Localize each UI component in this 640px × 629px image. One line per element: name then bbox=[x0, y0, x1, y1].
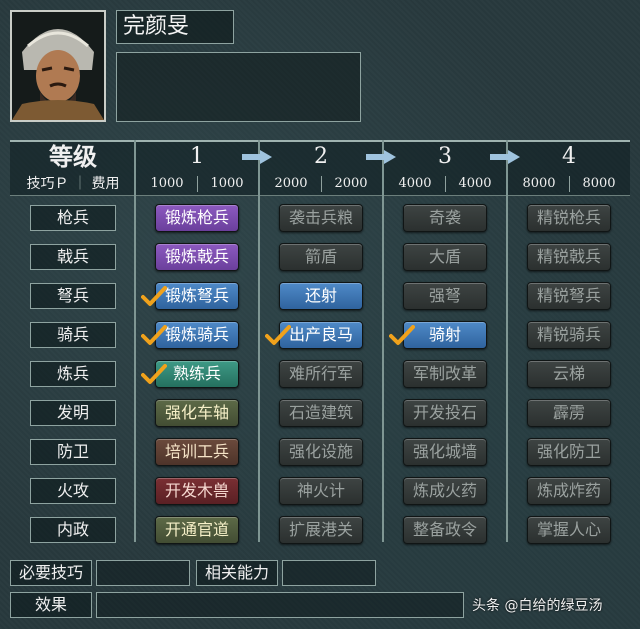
skill-button[interactable]: 培训工兵 bbox=[155, 438, 239, 466]
rank-subtitle: 技巧Ｐ ｜ 费用 bbox=[26, 176, 120, 192]
level-4-skill-cost: 8000 bbox=[522, 176, 556, 191]
effect-label: 效果 bbox=[10, 592, 92, 618]
level-2-gold-cost: 2000 bbox=[334, 176, 368, 191]
skill-button[interactable]: 开发投石 bbox=[403, 399, 487, 427]
description-panel bbox=[116, 52, 361, 122]
skill-button[interactable]: 精锐戟兵 bbox=[527, 243, 611, 271]
skill-button[interactable]: 开通官道 bbox=[155, 516, 239, 544]
learned-check-icon bbox=[141, 364, 167, 384]
level-arrow-icon bbox=[242, 150, 272, 164]
skill-button[interactable]: 锻炼枪兵 bbox=[155, 204, 239, 232]
skill-button[interactable]: 炼成炸药 bbox=[527, 477, 611, 505]
level-1-number: 1 bbox=[190, 144, 204, 169]
skill-button[interactable]: 强化城墙 bbox=[403, 438, 487, 466]
column-divider bbox=[134, 140, 136, 542]
skill-button[interactable]: 还射 bbox=[279, 282, 363, 310]
level-arrow-icon bbox=[366, 150, 396, 164]
required-skill-label: 必要技巧 bbox=[10, 560, 92, 586]
skill-button[interactable]: 军制改革 bbox=[403, 360, 487, 388]
cost-label: 费用 bbox=[91, 176, 120, 192]
skill-button[interactable]: 强弩 bbox=[403, 282, 487, 310]
row-label: 防卫 bbox=[30, 439, 116, 465]
skill-button[interactable]: 强化车轴 bbox=[155, 399, 239, 427]
watermark-text: 头条 @白给的绿豆汤 bbox=[472, 598, 603, 614]
level-2-number: 2 bbox=[314, 144, 328, 169]
required-skill-field bbox=[96, 560, 190, 586]
skill-button[interactable]: 出产良马 bbox=[279, 321, 363, 349]
skill-button[interactable]: 奇袭 bbox=[403, 204, 487, 232]
level-arrow-icon bbox=[490, 150, 520, 164]
skill-button[interactable]: 锻炼骑兵 bbox=[155, 321, 239, 349]
column-divider bbox=[382, 140, 384, 542]
skill-button[interactable]: 强化设施 bbox=[279, 438, 363, 466]
learned-check-icon bbox=[141, 325, 167, 345]
rank-title: 等级 bbox=[49, 143, 97, 171]
level-1-skill-cost: 1000 bbox=[150, 176, 184, 191]
skill-button[interactable]: 石造建筑 bbox=[279, 399, 363, 427]
skill-button[interactable]: 锻炼弩兵 bbox=[155, 282, 239, 310]
learned-check-icon bbox=[389, 325, 415, 345]
skill-button[interactable]: 精锐弩兵 bbox=[527, 282, 611, 310]
level-3-number: 3 bbox=[438, 144, 452, 169]
learned-check-icon bbox=[265, 325, 291, 345]
general-portrait bbox=[10, 10, 106, 122]
skill-button[interactable]: 骑射 bbox=[403, 321, 487, 349]
research-screen: 完颜旻 等级 技巧Ｐ ｜ 费用 1 2 3 4 1000 1000 2000 2… bbox=[0, 0, 640, 629]
skill-button[interactable]: 霹雳 bbox=[527, 399, 611, 427]
portrait-image bbox=[12, 12, 104, 120]
row-label: 内政 bbox=[30, 517, 116, 543]
skill-button[interactable]: 炼成火药 bbox=[403, 477, 487, 505]
column-divider bbox=[258, 140, 260, 542]
skill-button[interactable]: 锻炼戟兵 bbox=[155, 243, 239, 271]
level-3-gold-cost: 4000 bbox=[458, 176, 492, 191]
level-1-gold-cost: 1000 bbox=[210, 176, 244, 191]
skill-button[interactable]: 精锐骑兵 bbox=[527, 321, 611, 349]
related-ability-field bbox=[282, 560, 376, 586]
skill-button[interactable]: 扩展港关 bbox=[279, 516, 363, 544]
skill-button[interactable]: 开发木兽 bbox=[155, 477, 239, 505]
level-3-skill-cost: 4000 bbox=[398, 176, 432, 191]
row-label: 枪兵 bbox=[30, 205, 116, 231]
row-label: 弩兵 bbox=[30, 283, 116, 309]
skill-button[interactable]: 整备政令 bbox=[403, 516, 487, 544]
skill-button[interactable]: 精锐枪兵 bbox=[527, 204, 611, 232]
skill-button[interactable]: 云梯 bbox=[527, 360, 611, 388]
skill-button[interactable]: 强化防卫 bbox=[527, 438, 611, 466]
row-label: 火攻 bbox=[30, 478, 116, 504]
skill-button[interactable]: 大盾 bbox=[403, 243, 487, 271]
column-divider bbox=[506, 140, 508, 542]
skill-button[interactable]: 箭盾 bbox=[279, 243, 363, 271]
skill-button[interactable]: 掌握人心 bbox=[527, 516, 611, 544]
row-label: 戟兵 bbox=[30, 244, 116, 270]
general-name: 完颜旻 bbox=[116, 10, 234, 44]
related-ability-label: 相关能力 bbox=[196, 560, 278, 586]
row-label: 炼兵 bbox=[30, 361, 116, 387]
learned-check-icon bbox=[141, 286, 167, 306]
level-4-number: 4 bbox=[562, 144, 576, 169]
skill-button[interactable]: 难所行军 bbox=[279, 360, 363, 388]
row-label: 骑兵 bbox=[30, 322, 116, 348]
skill-points-label: 技巧Ｐ bbox=[26, 176, 69, 192]
row-label: 发明 bbox=[30, 400, 116, 426]
level-2-skill-cost: 2000 bbox=[274, 176, 308, 191]
skill-button[interactable]: 熟练兵 bbox=[155, 360, 239, 388]
effect-field bbox=[96, 592, 464, 618]
skill-button[interactable]: 袭击兵粮 bbox=[279, 204, 363, 232]
skill-button[interactable]: 神火计 bbox=[279, 477, 363, 505]
level-4-gold-cost: 8000 bbox=[582, 176, 616, 191]
